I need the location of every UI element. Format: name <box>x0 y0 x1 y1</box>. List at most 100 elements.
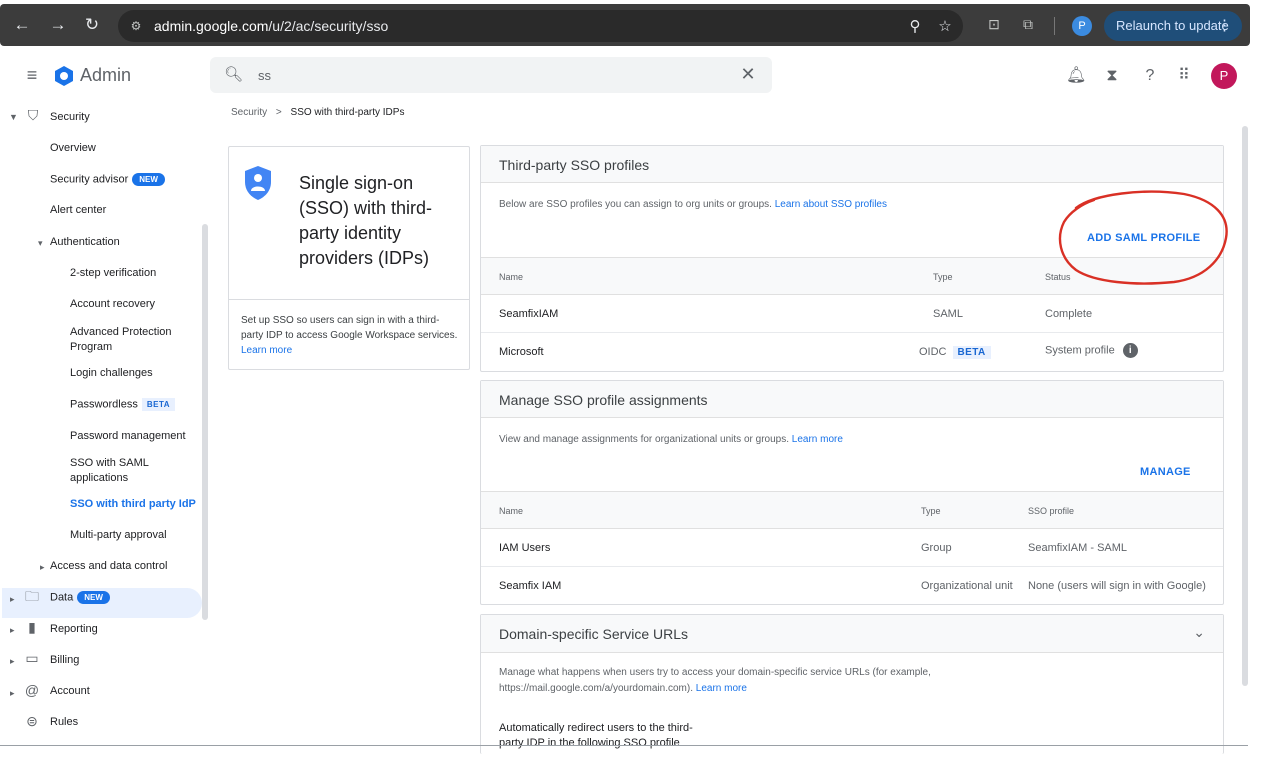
breadcrumb-security[interactable]: Security <box>231 107 267 118</box>
chevron-down-icon[interactable]: ▾ <box>38 238 43 249</box>
help-icon[interactable]: ? <box>1140 66 1160 86</box>
search-input[interactable] <box>258 68 718 83</box>
chevron-right-icon[interactable]: ▸ <box>10 625 15 636</box>
sidebar-item-password-management[interactable]: Password management <box>70 430 186 442</box>
extensions-puzzle-icon[interactable]: ⧉ <box>1018 14 1038 34</box>
table-row[interactable]: IAM Users Group SeamfixIAM - SAML <box>481 529 1223 567</box>
bookmark-star-icon[interactable]: ☆ <box>936 18 954 36</box>
learn-about-sso-link[interactable]: Learn about SSO profiles <box>775 199 887 210</box>
chevron-right-icon[interactable]: ▸ <box>40 562 45 573</box>
notifications-bell-icon[interactable]: 🔔︎ <box>1066 66 1086 86</box>
close-icon[interactable]: ✕ <box>738 64 758 84</box>
avatar[interactable]: P <box>1211 63 1237 89</box>
column-header: Type <box>933 272 953 282</box>
column-header: SSO profile <box>1028 506 1075 516</box>
sidebar-scrollbar[interactable] <box>202 224 208 620</box>
search-bar[interactable]: 🔍︎ ✕ <box>210 57 772 93</box>
reload-icon[interactable]: ↻ <box>80 13 104 37</box>
sidebar-item-security-advisor[interactable]: Security advisor NEW <box>50 173 165 186</box>
learn-more-link[interactable]: Learn more <box>696 683 747 694</box>
chevron-right-icon[interactable]: ▸ <box>10 656 15 667</box>
sidebar-item-login-challenges[interactable]: Login challenges <box>70 367 153 379</box>
sidebar-item-access-data-control[interactable]: Access and data control <box>50 560 167 572</box>
address-bar[interactable]: ⚙ admin.google.com/u/2/ac/security/sso ⚲… <box>118 10 963 42</box>
more-vert-icon[interactable]: ⋮ <box>1217 11 1232 41</box>
assignment-profile: None (users will sign in with Google) <box>1028 580 1206 592</box>
sidebar-item-sso-saml[interactable]: SSO with SAML applications <box>70 456 149 486</box>
sidebar-item-account-recovery[interactable]: Account recovery <box>70 298 155 310</box>
tasks-hourglass-icon[interactable]: ⧗ <box>1102 66 1122 86</box>
beta-badge: BETA <box>141 398 176 411</box>
window-bottom-edge <box>0 745 1248 746</box>
assignments-card: Manage SSO profile assignments View and … <box>480 380 1224 605</box>
admin-logo-icon[interactable] <box>52 64 76 88</box>
table-row[interactable]: Seamfix IAM Organizational unit None (us… <box>481 567 1223 605</box>
browser-chrome: ← → ↻ ⚙ admin.google.com/u/2/ac/security… <box>0 0 1270 54</box>
zoom-icon[interactable]: ⚲ <box>906 18 924 36</box>
app-title[interactable]: Admin <box>80 65 131 86</box>
chevron-right-icon[interactable]: ▸ <box>10 688 15 699</box>
beta-badge: BETA <box>952 346 991 359</box>
chevron-down-icon[interactable]: ⌄ <box>1193 624 1205 641</box>
redirect-setting-label: Automatically redirect users to the thir… <box>499 722 693 749</box>
relaunch-button[interactable]: Relaunch to update ⋮ <box>1104 11 1242 41</box>
sidebar-item-2-step[interactable]: 2-step verification <box>70 267 156 279</box>
assignment-type: Group <box>921 542 952 554</box>
sidebar-item-multi-party-approval[interactable]: Multi-party approval <box>70 529 167 541</box>
table-row[interactable]: Microsoft OIDC BETA System profile i <box>481 333 1223 371</box>
learn-more-link[interactable]: Learn more <box>241 345 292 356</box>
sidebar-item-authentication[interactable]: Authentication <box>50 236 120 248</box>
card-header[interactable]: Domain-specific Service URLs ⌄ <box>481 615 1223 653</box>
sidebar-item-rules[interactable]: Rules <box>50 716 78 728</box>
sso-info-card: Single sign-on (SSO) with third-party id… <box>228 146 470 370</box>
toolbar-separator <box>1054 17 1055 35</box>
sidebar-item-security[interactable]: Security <box>50 111 90 123</box>
profile-type: OIDC BETA <box>919 346 991 359</box>
breadcrumb-current: SSO with third-party IDPs <box>290 107 405 118</box>
menu-icon[interactable]: ≡ <box>22 66 42 84</box>
sidebar-item-advanced-protection[interactable]: Advanced Protection Program <box>70 325 172 355</box>
sidebar-item-reporting[interactable]: Reporting <box>50 623 98 635</box>
browser-profile-avatar[interactable]: P <box>1072 16 1092 36</box>
sidebar-item-overview[interactable]: Overview <box>50 142 96 154</box>
new-badge: NEW <box>132 173 165 186</box>
profile-type: SAML <box>933 308 963 320</box>
chevron-right-icon[interactable]: ▸ <box>10 594 15 605</box>
table-header: Name Type SSO profile <box>481 491 1223 529</box>
rules-icon: ⊜ <box>26 713 38 729</box>
sidebar-item-sso-third-party[interactable]: SSO with third party IdP <box>70 498 196 510</box>
sidebar-item-passwordless[interactable]: Passwordless BETA <box>70 398 176 411</box>
assignment-type: Organizational unit <box>921 580 1013 592</box>
credit-card-icon: ▭ <box>25 650 39 666</box>
chevron-down-icon[interactable]: ▼ <box>9 112 18 122</box>
back-arrow-icon[interactable]: ← <box>10 13 34 37</box>
column-header: Type <box>921 506 941 516</box>
sidebar-item-alert-center[interactable]: Alert center <box>50 204 106 216</box>
profile-name: Microsoft <box>499 346 544 358</box>
page-scrollbar[interactable] <box>1242 126 1248 686</box>
assignment-name: IAM Users <box>499 542 551 554</box>
info-icon[interactable]: i <box>1122 343 1138 358</box>
card-title: Domain-specific Service URLs <box>499 626 689 642</box>
site-info-icon[interactable]: ⚙ <box>128 18 144 34</box>
address-url[interactable]: admin.google.com/u/2/ac/security/sso <box>154 18 388 34</box>
at-sign-icon: @ <box>24 682 40 698</box>
sidebar-item-account[interactable]: Account <box>50 685 90 697</box>
profile-status: System profile i <box>1045 343 1138 358</box>
column-header: Name <box>499 272 524 282</box>
bar-chart-icon: ▮ <box>28 619 36 635</box>
learn-more-link[interactable]: Learn more <box>792 434 843 445</box>
sidebar-item-billing[interactable]: Billing <box>50 654 79 666</box>
forward-arrow-icon[interactable]: → <box>46 13 70 37</box>
manage-button[interactable]: MANAGE <box>1140 466 1191 478</box>
sso-shield-icon <box>245 166 271 200</box>
extension-icon[interactable]: ⊡ <box>984 14 1004 34</box>
new-badge: NEW <box>77 591 110 604</box>
table-row[interactable]: SeamfixIAM SAML Complete <box>481 295 1223 333</box>
apps-grid-icon[interactable]: ⠿ <box>1174 66 1194 86</box>
sso-info-description: Set up SSO so users can sign in with a t… <box>241 315 458 356</box>
sidebar-item-data[interactable]: Data NEW <box>50 591 110 604</box>
folder-icon: 🗀︎ <box>25 588 39 604</box>
sidebar: ▼ ⛉ Security Overview Security advisor NE… <box>0 100 210 745</box>
page-title: Single sign-on (SSO) with third-party id… <box>299 173 433 268</box>
